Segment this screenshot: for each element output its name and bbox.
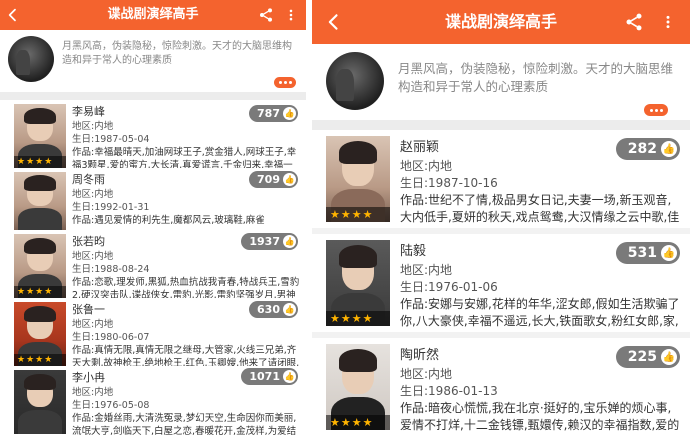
- top-bar: 谍战剧演绎高手: [0, 0, 306, 30]
- actor-birthday: 生日:1976-01-06: [400, 280, 498, 294]
- like-count-button[interactable]: 787 👍: [249, 105, 298, 122]
- actor-works: 作品:暗夜心慌慌,我在北京·挺好的,宝乐婵的烦心事,爱情不打烊,十二金钱镖,甄嬛…: [400, 401, 680, 432]
- top-bar: 谍战剧演绎高手: [312, 0, 690, 44]
- actor-list: ★★★★ 赵丽颖 地区:内地 生日:1987-10-16 作品:世纪不了情,极品…: [312, 130, 690, 434]
- actor-region: 地区:内地: [72, 251, 114, 262]
- actor-list: ★★★★ 李易峰 地区:内地 生日:1987-05-04 作品:幸福最晴天,加油…: [0, 100, 306, 437]
- like-count: 630: [257, 303, 280, 316]
- like-count-button[interactable]: 1937 👍: [241, 233, 298, 250]
- like-count: 1071: [249, 370, 280, 383]
- like-count: 531: [627, 245, 657, 261]
- like-icon: 👍: [661, 141, 677, 157]
- actor-row[interactable]: ★★★★ 张若昀 地区:内地 生日:1988-08-24 作品:恋歌,理发师,黑…: [0, 230, 306, 301]
- actor-photo: [14, 172, 66, 230]
- like-count: 1937: [249, 235, 280, 248]
- star-rating: ★★★★: [326, 311, 390, 326]
- topic-avatar: [326, 52, 384, 110]
- more-vertical-icon[interactable]: [284, 7, 298, 23]
- actor-works: 作品:金婚丝雨,大清洗冤录,梦幻天空,生命因你而美丽,流氓大亨,剑临天下,白屋之…: [72, 413, 297, 437]
- topic-description: 月黑风高，伪装隐秘，惊险刺激。天才的大脑思维构造和异于常人的心理素质: [62, 41, 292, 66]
- back-button[interactable]: [0, 0, 26, 30]
- actor-photo: ★★★★: [14, 302, 66, 366]
- actor-photo: ★★★★: [326, 240, 390, 326]
- actor-row[interactable]: ★★★★ 陶昕然 地区:内地 生日:1986-01-13 作品:暗夜心慌慌,我在…: [312, 338, 690, 434]
- like-icon: 👍: [283, 235, 296, 248]
- like-count-button[interactable]: 1071 👍: [241, 368, 298, 385]
- like-count: 225: [627, 349, 657, 365]
- like-icon: 👍: [283, 107, 296, 120]
- actor-birthday: 生日:1988-08-24: [72, 264, 150, 275]
- actor-photo: ★★★★: [14, 234, 66, 298]
- expand-more-button[interactable]: [274, 77, 296, 88]
- more-vertical-icon[interactable]: [660, 12, 676, 32]
- like-count-button[interactable]: 225 👍: [615, 346, 680, 368]
- actor-birthday: 生日:1987-10-16: [400, 176, 498, 190]
- topic-description: 月黑风高，伪装隐秘，惊险刺激。天才的大脑思维构造和异于常人的心理素质: [398, 61, 674, 94]
- expand-more-button[interactable]: [644, 104, 668, 116]
- back-arrow-icon: [324, 12, 344, 32]
- like-count: 709: [257, 173, 280, 186]
- star-rating: ★★★★: [14, 156, 66, 168]
- actor-works: 作品:安娜与安娜,花样的年华,涩女郎,假如生活欺骗了你,八大豪侠,幸福不遥远,长…: [400, 297, 680, 328]
- star-rating: ★★★★: [14, 354, 66, 366]
- right-screen: 谍战剧演绎高手 月黑风高，伪装隐秘，惊险刺激。天才的大脑思维构造和异于常人的心理…: [312, 0, 690, 440]
- actor-birthday: 生日:1980-06-07: [72, 332, 150, 343]
- like-icon: 👍: [283, 303, 296, 316]
- like-icon: 👍: [661, 349, 677, 365]
- actor-region: 地区:内地: [72, 189, 114, 200]
- like-count-button[interactable]: 282 👍: [615, 138, 680, 160]
- actor-region: 地区:内地: [400, 159, 453, 173]
- actor-row[interactable]: ★★★★ 李易峰 地区:内地 生日:1987-05-04 作品:幸福最晴天,加油…: [0, 100, 306, 171]
- actor-photo: [14, 370, 66, 434]
- actor-birthday: 生日:1987-05-04: [72, 134, 150, 145]
- left-screen: 谍战剧演绎高手 月黑风高，伪装隐秘，惊险刺激。天才的大脑思维构造和异于常人的心理…: [0, 0, 306, 440]
- actor-region: 地区:内地: [72, 387, 114, 398]
- actor-region: 地区:内地: [400, 263, 453, 277]
- actor-region: 地区:内地: [400, 367, 453, 381]
- actor-row[interactable]: 李小冉 地区:内地 生日:1976-05-08 作品:金婚丝雨,大清洗冤录,梦幻…: [0, 366, 306, 437]
- actor-region: 地区:内地: [72, 319, 114, 330]
- share-icon[interactable]: [624, 12, 644, 32]
- like-count: 787: [257, 107, 280, 120]
- like-count: 282: [627, 141, 657, 157]
- actor-photo: ★★★★: [14, 104, 66, 168]
- actor-works: 作品:遇见爱情的利先生,魔都风云,玻璃鞋,麻雀: [72, 215, 265, 226]
- back-button[interactable]: [312, 0, 356, 44]
- actor-row[interactable]: ★★★★ 赵丽颖 地区:内地 生日:1987-10-16 作品:世纪不了情,极品…: [312, 130, 690, 228]
- actor-row[interactable]: ★★★★ 张鲁一 地区:内地 生日:1980-06-07 作品:真情无限,真情无…: [0, 298, 306, 369]
- actor-birthday: 生日:1976-05-08: [72, 400, 150, 411]
- star-rating: ★★★★: [326, 207, 390, 222]
- like-icon: 👍: [283, 370, 296, 383]
- like-icon: 👍: [661, 245, 677, 261]
- like-count-button[interactable]: 630 👍: [249, 301, 298, 318]
- star-rating: ★★★★: [326, 415, 390, 430]
- topic-avatar: [8, 36, 54, 82]
- like-count-button[interactable]: 531 👍: [615, 242, 680, 264]
- actor-birthday: 生日:1992-01-31: [72, 202, 150, 213]
- actor-row[interactable]: ★★★★ 陆毅 地区:内地 生日:1976-01-06 作品:安娜与安娜,花样的…: [312, 234, 690, 332]
- topic-header: 月黑风高，伪装隐秘，惊险刺激。天才的大脑思维构造和异于常人的心理素质: [0, 30, 306, 92]
- like-count-button[interactable]: 709 👍: [249, 171, 298, 188]
- section-divider: [0, 92, 306, 100]
- section-divider: [312, 120, 690, 130]
- topic-header: 月黑风高，伪装隐秘，惊险刺激。天才的大脑思维构造和异于常人的心理素质: [312, 44, 690, 120]
- actor-works: 作品:世纪不了情,极品男女日记,夫妻一场,新玉观音,大内低手,夏妍的秋天,戏点鸳…: [400, 193, 680, 224]
- actor-photo: ★★★★: [326, 344, 390, 430]
- actor-birthday: 生日:1986-01-13: [400, 384, 498, 398]
- back-arrow-icon: [5, 7, 21, 23]
- actor-row[interactable]: 周冬雨 地区:内地 生日:1992-01-31 作品:遇见爱情的利先生,魔都风云…: [0, 168, 306, 230]
- actor-photo: ★★★★: [326, 136, 390, 222]
- like-icon: 👍: [283, 173, 296, 186]
- share-icon[interactable]: [258, 7, 274, 23]
- star-rating: ★★★★: [14, 286, 66, 298]
